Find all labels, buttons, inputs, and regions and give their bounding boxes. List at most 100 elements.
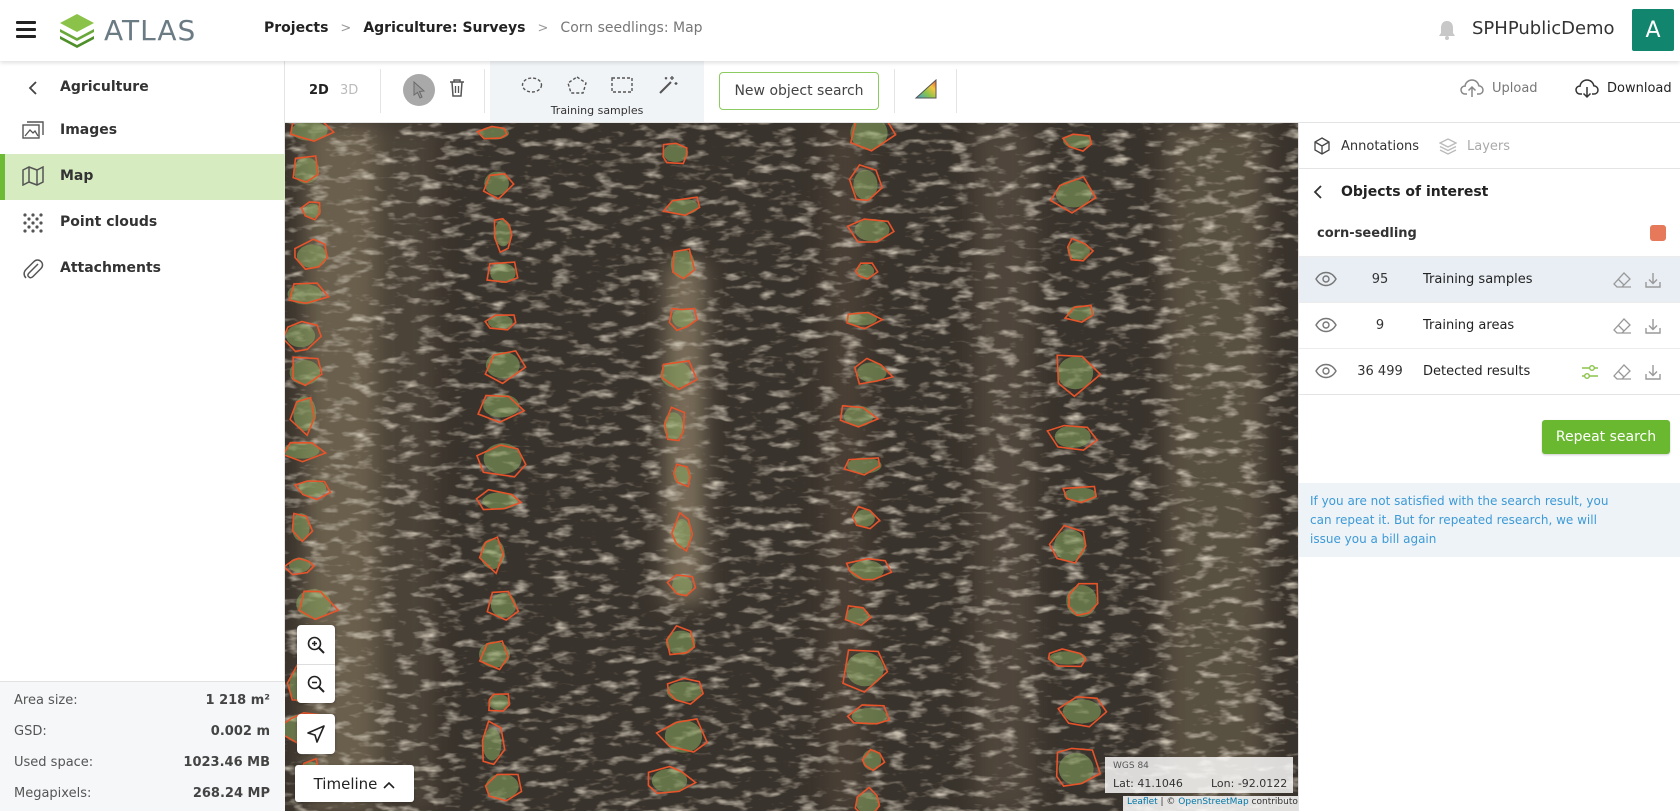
select-tool-button[interactable]: [403, 74, 435, 106]
layer-row-training-areas[interactable]: 9 Training areas: [1299, 302, 1680, 348]
aerial-imagery: [285, 123, 1298, 811]
avatar[interactable]: A: [1632, 9, 1674, 51]
timeline-button[interactable]: Timeline: [295, 765, 414, 802]
chevron-up-icon: [383, 775, 395, 793]
download-icon[interactable]: [1644, 271, 1662, 289]
point-clouds-icon: [23, 213, 43, 233]
map-toolbar: 2D 3D Training samples New object search: [285, 61, 1680, 123]
eye-icon[interactable]: [1315, 317, 1337, 333]
sidebar-item-images[interactable]: Images: [0, 108, 285, 154]
bell-icon[interactable]: [1437, 19, 1457, 41]
chevron-right-icon: >: [340, 20, 352, 36]
eraser-icon[interactable]: [1612, 317, 1632, 335]
timeline-label: Timeline: [313, 774, 378, 793]
atlas-logo[interactable]: ATLAS: [58, 12, 196, 48]
menu-icon[interactable]: [16, 21, 36, 38]
toolbar-divider: [894, 69, 895, 113]
magic-wand-icon[interactable]: [657, 74, 679, 96]
user-name[interactable]: SPHPublicDemo: [1472, 18, 1615, 39]
eye-icon[interactable]: [1315, 271, 1337, 287]
stat-value: 1 218 m²: [205, 693, 270, 708]
sidebar-item-map[interactable]: Map: [0, 154, 285, 200]
paperclip-icon: [23, 259, 44, 279]
back-label: Agriculture: [60, 79, 149, 95]
seedling-blob: [1054, 529, 1086, 562]
cloud-upload-icon: [1460, 79, 1484, 97]
seedling-blob: [479, 641, 510, 668]
toolbar-divider: [956, 69, 957, 113]
layer-count: 9: [1375, 318, 1385, 333]
breadcrumb-current: Corn seedlings: Map: [560, 20, 703, 36]
sliders-filter-icon[interactable]: [1580, 363, 1600, 381]
layer-row-detected-results[interactable]: 36 499 Detected results: [1299, 348, 1680, 394]
sidebar-item-label: Point clouds: [60, 214, 158, 230]
stat-area-size: Area size: 1 218 m²: [14, 693, 270, 713]
map-canvas[interactable]: Timeline WGS 84 Lat: 41.1046 Lon: -92.01…: [285, 123, 1298, 811]
sidebar-item-label: Map: [60, 168, 94, 184]
class-color-swatch[interactable]: [1650, 225, 1666, 241]
panel-tabs: Annotations Layers: [1299, 123, 1680, 169]
chevron-left-icon: [1313, 185, 1322, 199]
sidebar-item-attachments[interactable]: Attachments: [0, 246, 285, 292]
stat-gsd: GSD: 0.002 m: [14, 724, 270, 744]
elevation-profile-button[interactable]: [914, 78, 938, 104]
back-to-agriculture[interactable]: Agriculture: [0, 69, 285, 107]
breadcrumb-agriculture-surveys[interactable]: Agriculture: Surveys: [363, 20, 525, 36]
notice-text: If you are not satisfied with the search…: [1310, 494, 1609, 546]
download-button[interactable]: Download: [1575, 77, 1672, 99]
ellipse-tool-icon[interactable]: [521, 76, 543, 94]
delete-button[interactable]: [448, 78, 466, 102]
seedling-blob: [1067, 305, 1095, 321]
mode-2d-toggle[interactable]: 2D: [309, 83, 329, 98]
eraser-icon[interactable]: [1612, 363, 1632, 381]
leaflet-link[interactable]: Leaflet: [1127, 797, 1158, 807]
sidebar-item-point-clouds[interactable]: Point clouds: [0, 200, 285, 246]
download-icon[interactable]: [1644, 363, 1662, 381]
upload-label: Upload: [1492, 80, 1538, 96]
cloud-download-icon: [1575, 79, 1599, 99]
zoom-out-icon: [307, 675, 325, 693]
breadcrumb-projects[interactable]: Projects: [264, 20, 328, 36]
locate-button[interactable]: [297, 714, 335, 754]
objects-of-interest-back[interactable]: Objects of interest: [1299, 169, 1680, 215]
repeat-search-notice: If you are not satisfied with the search…: [1299, 483, 1680, 557]
repeat-search-button[interactable]: Repeat search: [1542, 420, 1670, 454]
rectangle-tool-icon[interactable]: [610, 76, 634, 94]
stat-label: Area size:: [14, 693, 78, 708]
toolbar-divider: [484, 69, 485, 113]
stat-value: 1023.46 MB: [183, 755, 270, 770]
download-icon[interactable]: [1644, 317, 1662, 335]
eye-icon[interactable]: [1315, 363, 1337, 379]
seedling-blob: [483, 394, 520, 418]
right-panel: Annotations Layers Objects of interest c…: [1298, 123, 1680, 811]
upload-button[interactable]: Upload: [1460, 77, 1538, 99]
eraser-icon[interactable]: [1612, 271, 1632, 289]
rows-divider: [1299, 394, 1680, 395]
attribution-tail: contributors: [1251, 797, 1298, 807]
layer-count: 95: [1371, 272, 1389, 287]
toolbar-divider: [380, 69, 381, 113]
seedling-blob: [1066, 584, 1097, 618]
atlas-layers-logo-icon: [60, 14, 94, 48]
stat-label: Megapixels:: [14, 786, 92, 801]
tab-label: Annotations: [1341, 138, 1420, 154]
tab-layers[interactable]: Layers: [1439, 137, 1510, 155]
polygon-tool-icon[interactable]: [566, 75, 588, 95]
class-name: corn-seedling: [1317, 226, 1417, 241]
zoom-in-button[interactable]: [297, 625, 335, 664]
navigation-arrow-icon: [307, 725, 325, 743]
stat-value: 0.002 m: [210, 724, 270, 739]
mode-3d-toggle[interactable]: 3D: [340, 83, 358, 98]
images-icon: [22, 121, 44, 139]
zoom-out-button[interactable]: [297, 664, 335, 703]
coordinate-readout: WGS 84 Lat: 41.1046 Lon: -92.0122: [1105, 757, 1293, 793]
seedling-blob: [485, 773, 519, 799]
trash-icon: [450, 79, 464, 97]
tab-annotations[interactable]: Annotations: [1313, 137, 1419, 155]
openstreetmap-link[interactable]: OpenStreetMap: [1178, 797, 1248, 807]
latitude-value: Lat: 41.1046: [1113, 777, 1183, 790]
layer-row-training-samples[interactable]: 95 Training samples: [1299, 256, 1680, 302]
project-stats: Area size: 1 218 m² GSD: 0.002 m Used sp…: [0, 681, 285, 811]
new-object-search-button[interactable]: New object search: [719, 72, 879, 110]
seedling-blob: [660, 361, 692, 388]
